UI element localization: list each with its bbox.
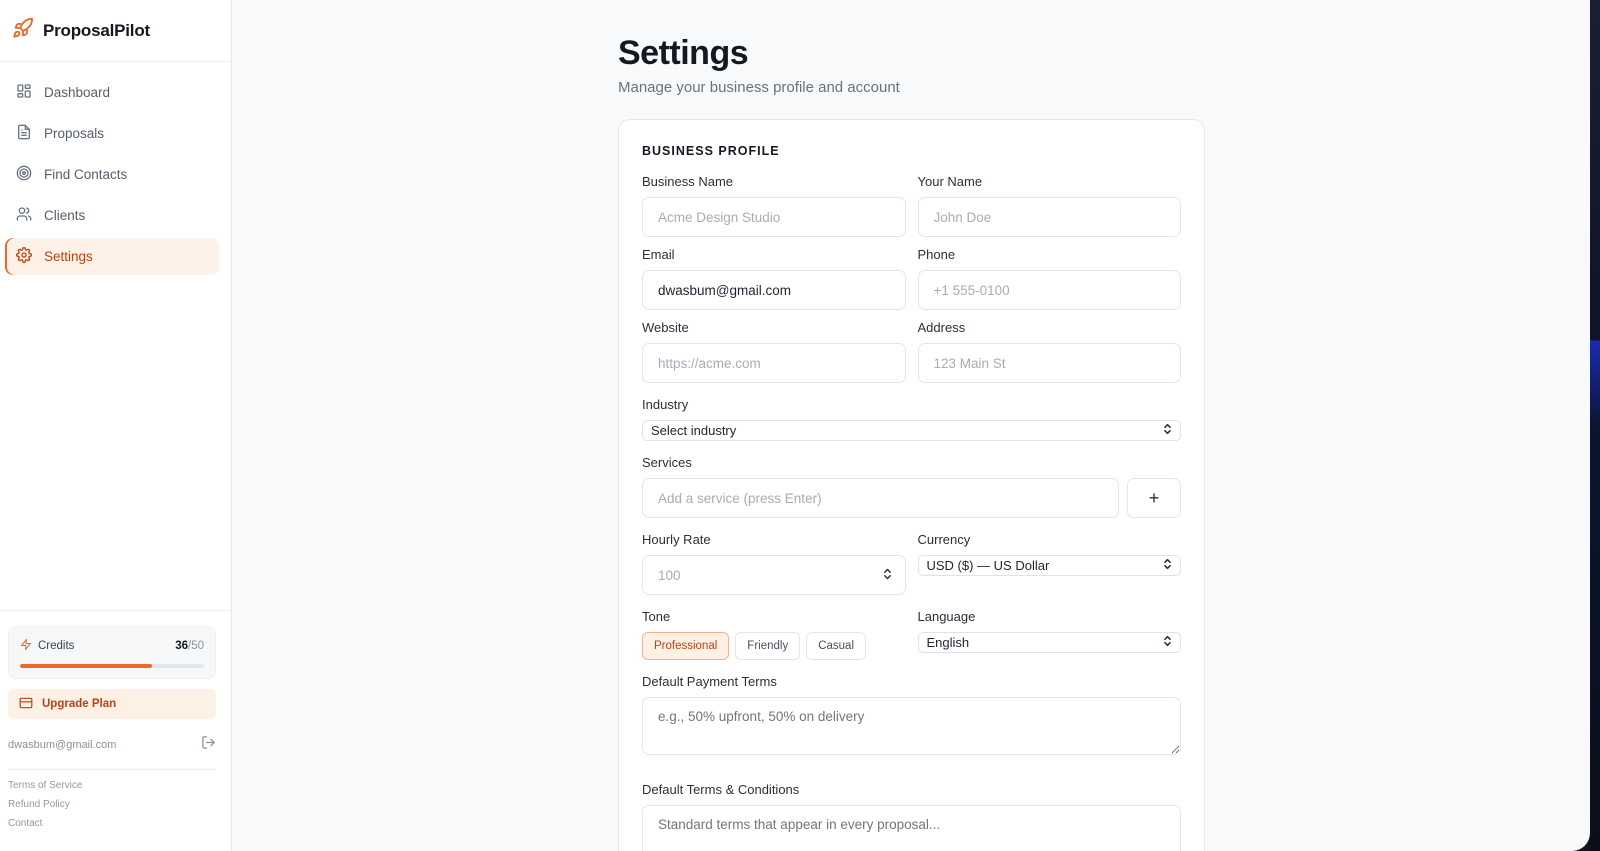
account-email: dwasbum@gmail.com [8,739,117,751]
language-selected: English [926,635,970,650]
chevron-updown-icon [1163,635,1172,650]
main-content: Settings Manage your business profile an… [232,0,1590,851]
language-select[interactable]: English [917,632,1181,653]
industry-select[interactable]: Select industry [642,420,1181,441]
business-name-label: Business Name [642,174,734,189]
target-icon [16,165,32,184]
sidebar-item-dashboard[interactable]: Dashboard [5,74,219,111]
chevron-updown-icon [1163,558,1172,573]
payment-terms-textarea[interactable] [642,697,1181,755]
plus-icon: + [1148,487,1160,508]
brand[interactable]: ProposalPilot [0,0,231,62]
tone-casual-button[interactable]: Casual [806,632,867,660]
section-title: BUSINESS PROFILE [642,144,780,158]
terms-conditions-textarea[interactable] [642,805,1181,851]
industry-selected: Select industry [651,423,737,438]
page-subtitle: Manage your business profile and account [618,79,900,96]
document-icon [16,124,32,143]
email-label: Email [642,247,675,262]
tone-options: Professional Friendly Casual [642,632,906,660]
services-input[interactable] [642,478,1119,518]
website-input[interactable] [642,343,906,383]
lightning-icon [20,638,32,654]
add-service-button[interactable]: + [1127,478,1181,518]
credit-card-icon [19,697,33,712]
tone-label: Tone [642,609,671,624]
currency-label: Currency [917,532,971,547]
upgrade-plan-button[interactable]: Upgrade Plan [8,689,216,719]
phone-label: Phone [917,247,956,262]
credits-label-group: Credits [20,638,74,654]
app-window: ProposalPilot Dashboard Proposals Find C… [0,0,1590,851]
contact-link[interactable]: Contact [8,818,216,829]
language-label: Language [917,609,976,624]
credits-total: /50 [188,640,204,652]
currency-selected: USD ($) — US Dollar [926,558,1050,573]
chevron-updown-icon [1163,423,1172,438]
credits-progress-fill [20,664,153,668]
sidebar-nav: Dashboard Proposals Find Contacts Client… [0,62,231,275]
credits-card: Credits 36/50 [8,626,216,679]
number-stepper-icon[interactable] [883,567,892,586]
phone-input[interactable] [917,270,1181,310]
business-profile-card: BUSINESS PROFILE Business Name Your Name… [618,119,1205,851]
sidebar-item-label: Clients [44,208,86,223]
refund-policy-link[interactable]: Refund Policy [8,799,216,810]
your-name-label: Your Name [917,174,983,189]
hourly-rate-input[interactable] [642,555,906,595]
credits-progress-bar [20,664,204,668]
website-label: Website [642,320,689,335]
credits-count: 36/50 [175,640,204,652]
services-label: Services [642,455,692,470]
credits-used: 36 [175,640,188,652]
credits-label: Credits [38,640,75,652]
sidebar-item-settings[interactable]: Settings [5,238,219,275]
page-title: Settings [618,34,749,72]
sidebar-item-label: Settings [44,249,93,264]
desktop-background-edge [1590,0,1600,851]
payment-terms-label: Default Payment Terms [642,674,777,689]
gear-icon [16,247,32,266]
upgrade-plan-label: Upgrade Plan [42,698,117,710]
business-name-input[interactable] [642,197,906,237]
brand-name: ProposalPilot [43,20,150,40]
tone-professional-button[interactable]: Professional [642,632,730,660]
users-icon [16,206,32,225]
footer-links: Terms of Service Refund Policy Contact [8,770,216,829]
sidebar-item-label: Find Contacts [44,167,128,182]
rocket-icon [12,17,34,44]
currency-select[interactable]: USD ($) — US Dollar [917,555,1181,576]
terms-of-service-link[interactable]: Terms of Service [8,780,216,791]
tone-friendly-button[interactable]: Friendly [735,632,801,660]
email-field[interactable] [642,270,906,310]
hourly-rate-label: Hourly Rate [642,532,711,547]
address-input[interactable] [917,343,1181,383]
sidebar-item-find-contacts[interactable]: Find Contacts [5,156,219,193]
account-row: dwasbum@gmail.com [8,735,216,770]
logout-icon[interactable] [201,735,216,755]
terms-conditions-label: Default Terms & Conditions [642,782,800,797]
your-name-input[interactable] [917,197,1181,237]
sidebar: ProposalPilot Dashboard Proposals Find C… [0,0,232,851]
sidebar-item-clients[interactable]: Clients [5,197,219,234]
sidebar-bottom: Credits 36/50 Upgrade Plan dwasbum@gmail… [0,610,231,851]
dashboard-icon [16,83,32,102]
address-label: Address [917,320,966,335]
sidebar-item-label: Proposals [44,126,105,141]
sidebar-item-label: Dashboard [44,85,111,100]
industry-label: Industry [642,397,689,412]
sidebar-item-proposals[interactable]: Proposals [5,115,219,152]
